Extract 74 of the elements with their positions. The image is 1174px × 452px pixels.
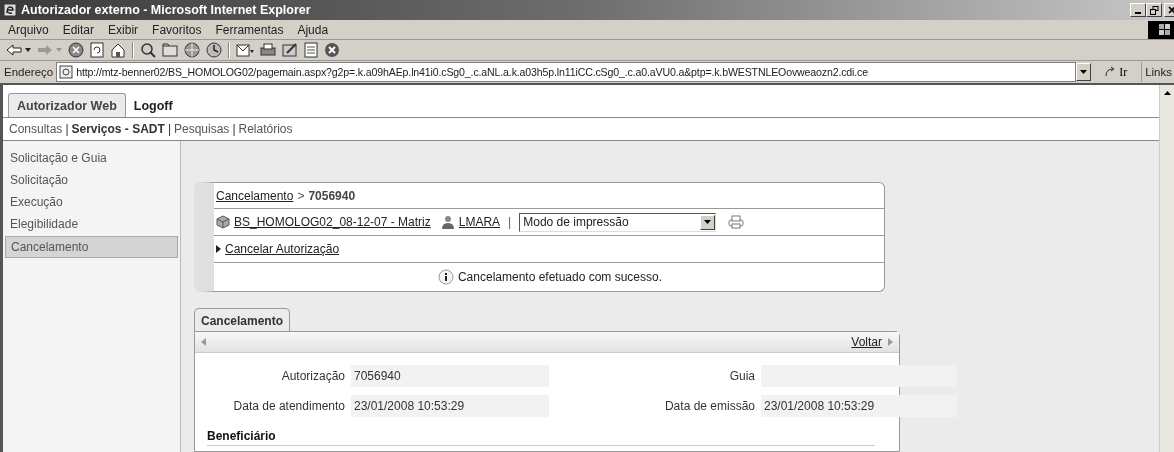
panel-tab[interactable]: Cancelamento xyxy=(194,308,291,331)
stop-icon[interactable] xyxy=(68,42,84,58)
separator-text: | xyxy=(232,122,236,136)
caret-icon xyxy=(1080,70,1088,74)
company-link[interactable]: BS_HOMOLOG02_08-12-07 - Matriz xyxy=(234,215,431,229)
user-icon xyxy=(440,215,455,229)
info-icon xyxy=(437,269,454,285)
success-message: Cancelamento efetuado com sucesso. xyxy=(457,270,663,284)
user-link[interactable]: LMARA xyxy=(458,215,501,229)
dropdown-button[interactable] xyxy=(1076,63,1092,81)
sidebar-item[interactable]: Execução xyxy=(5,192,178,212)
address-label: Endereço xyxy=(4,66,54,78)
sidebar-item[interactable]: Solicitação e Guia xyxy=(5,148,178,168)
app-tab[interactable]: Autorizador Web xyxy=(8,93,126,117)
refresh-icon[interactable] xyxy=(90,42,104,58)
history-icon[interactable] xyxy=(206,42,222,58)
box-icon xyxy=(216,215,230,229)
sidebar-item[interactable]: Solicitação xyxy=(5,170,178,190)
edit-icon[interactable] xyxy=(282,42,298,58)
sidebar-item[interactable]: Cancelamento xyxy=(5,236,178,258)
mail-icon[interactable] xyxy=(236,42,254,58)
breadcrumb-separator: > xyxy=(297,188,305,203)
separator-text: | xyxy=(508,215,512,229)
field-value: 7056940 xyxy=(351,365,549,387)
menu-item[interactable]: Favoritos xyxy=(152,22,202,37)
menu-item[interactable]: Arquivo xyxy=(8,22,49,37)
separator-text: | xyxy=(167,122,171,136)
curved-arrow-icon xyxy=(1104,66,1117,78)
field-value: 23/01/2008 10:53:29 xyxy=(761,395,957,417)
app-tab[interactable]: Logoff xyxy=(125,94,181,117)
cancel-authorization-link[interactable]: Cancelar Autorização xyxy=(225,242,340,256)
close-circle-icon[interactable] xyxy=(324,42,340,58)
document-icon[interactable] xyxy=(304,42,318,58)
address-field[interactable]: http://mtz-benner02/BS_HOMOLOG02/pagemain.aspx?g2p=.k.a09hAEp.ln41i0.cSg0_.c.aNL.a.k.a03h5p.ln11iCC.cSg0_.c.a0.aVU0.a&ptp=.k.bWESTNLEOovweaozn2.cdi.ce xyxy=(56,62,1077,82)
browser-logo-icon xyxy=(3,3,17,17)
submenu-item[interactable]: Consultas xyxy=(9,122,63,136)
page-icon xyxy=(59,65,74,79)
scrollbar[interactable] xyxy=(1159,85,1174,452)
back-arrow-icon[interactable] xyxy=(6,43,22,57)
restore-button[interactable] xyxy=(1146,3,1162,17)
menu-item[interactable]: Exibir xyxy=(108,22,139,37)
print-mode-select[interactable]: Modo de impressão xyxy=(519,212,717,232)
globe-icon[interactable] xyxy=(184,42,200,58)
window-title: Autorizador externo - Microsoft Internet Explorer xyxy=(21,3,312,17)
separator-text: | xyxy=(65,122,69,136)
section-heading: Beneficiário xyxy=(207,429,277,443)
field-label: Autorização xyxy=(280,368,345,385)
submenu-item[interactable]: Serviços - SADT xyxy=(71,122,165,136)
field-label: Guia xyxy=(728,368,755,385)
up-arrow-icon[interactable] xyxy=(1163,91,1171,95)
close-icon xyxy=(1168,6,1174,14)
restore-icon xyxy=(1149,5,1159,15)
caret-icon xyxy=(704,220,712,224)
field-value: 23/01/2008 10:53:29 xyxy=(351,395,549,417)
caret-icon[interactable] xyxy=(25,48,31,52)
printer-icon[interactable] xyxy=(260,42,276,58)
links-button[interactable]: Links xyxy=(1145,66,1174,78)
back-link[interactable]: Voltar xyxy=(851,335,882,349)
field-label: Data de atendimento xyxy=(232,398,345,415)
menu-item[interactable]: Ajuda xyxy=(297,22,329,37)
menu-item[interactable]: Editar xyxy=(62,22,95,37)
go-button[interactable]: Ir xyxy=(1094,62,1143,82)
submenu-item[interactable]: Relatórios xyxy=(238,122,293,136)
breadcrumb-current: 7056940 xyxy=(308,188,356,203)
folder-icon[interactable] xyxy=(162,43,178,57)
sidebar-item[interactable]: Elegibilidade xyxy=(5,214,178,234)
submenu-item[interactable]: Pesquisas xyxy=(174,122,230,136)
search-icon[interactable] xyxy=(140,42,156,58)
minimize-button[interactable] xyxy=(1130,3,1146,17)
expand-triangle-icon xyxy=(216,245,221,253)
menu-item[interactable]: Ferramentas xyxy=(215,22,284,37)
home-icon[interactable] xyxy=(110,42,126,58)
breadcrumb-link[interactable]: Cancelamento xyxy=(216,188,294,203)
field-label: Data de emissão xyxy=(663,398,755,415)
